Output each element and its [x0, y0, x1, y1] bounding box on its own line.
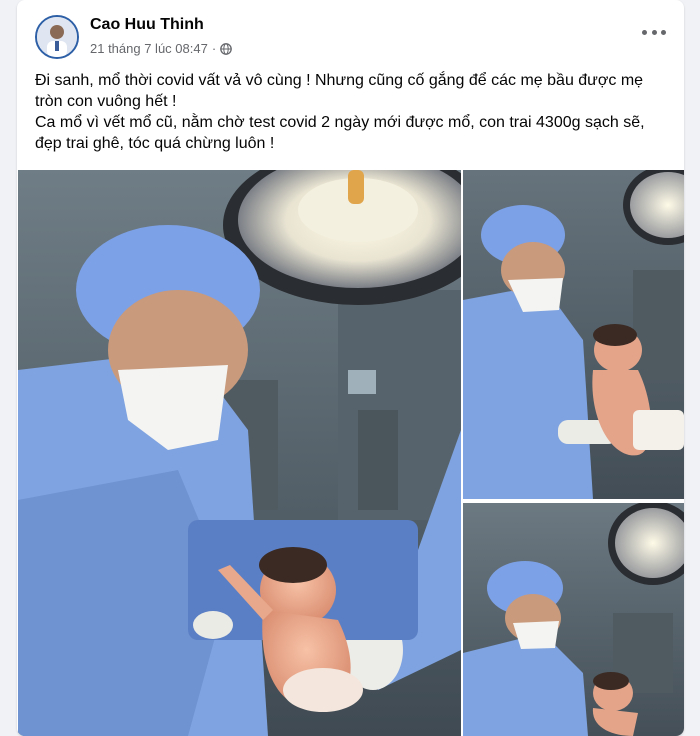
avatar-image	[37, 17, 77, 57]
side-photo-2-image	[463, 503, 684, 736]
side-photo-1-image	[463, 170, 684, 499]
post-card: Cao Huu Thinh 21 tháng 7 lúc 08:47 · Đi …	[17, 0, 684, 736]
globe-icon[interactable]	[220, 42, 233, 55]
meta-separator: ·	[211, 41, 217, 56]
more-options-icon[interactable]	[642, 24, 666, 40]
main-photo[interactable]	[18, 170, 461, 736]
author-name[interactable]: Cao Huu Thinh	[90, 16, 204, 34]
photo-grid	[17, 170, 684, 736]
side-photo-2[interactable]	[463, 503, 684, 736]
post-timestamp[interactable]: 21 tháng 7 lúc 08:47	[90, 41, 208, 56]
post-text-line: Ca mổ vì vết mổ cũ, nằm chờ test covid 2…	[35, 114, 645, 152]
more-dot	[642, 29, 647, 35]
post-meta: 21 tháng 7 lúc 08:47 ·	[90, 41, 233, 56]
post-text: Đi sanh, mổ thời covid vất vả vô cùng ! …	[35, 70, 671, 154]
more-dot	[661, 29, 666, 35]
post-header: Cao Huu Thinh 21 tháng 7 lúc 08:47 ·	[17, 10, 684, 60]
surgery-photo-image	[18, 170, 461, 736]
side-photo-1[interactable]	[463, 170, 684, 499]
more-dot	[651, 29, 657, 35]
avatar[interactable]	[35, 15, 79, 59]
post-text-line: Đi sanh, mổ thời covid vất vả vô cùng ! …	[35, 72, 644, 110]
